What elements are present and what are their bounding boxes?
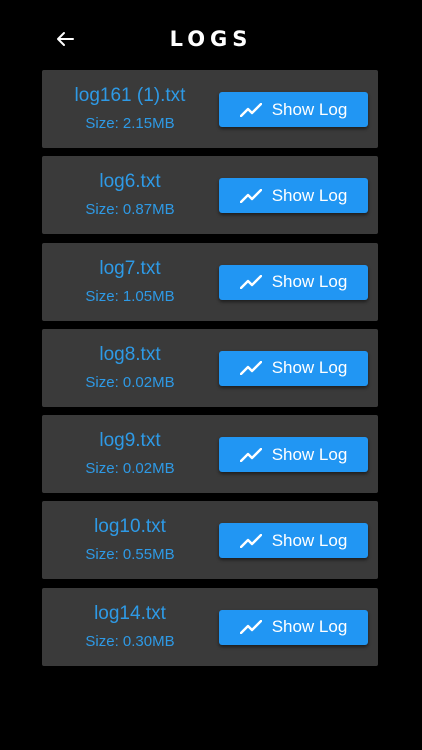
file-name: log6.txt [99,171,161,193]
file-name: log10.txt [94,516,166,538]
file-name: log9.txt [99,430,161,452]
file-name: log8.txt [99,343,161,365]
file-info: log161 (1).txt Size: 2.15MB [42,70,218,148]
log-card: log14.txt Size: 0.30MB Show Log [42,587,378,666]
log-card: log6.txt Size: 0.87MB Show Log [42,156,378,235]
file-info: log9.txt Size: 0.02MB [42,415,218,493]
file-info: log8.txt Size: 0.02MB [42,329,218,407]
show-log-label: Show Log [271,617,348,637]
file-size: Size: 0.30MB [85,632,175,650]
show-log-button[interactable]: Show Log [219,437,368,473]
show-log-label: Show Log [271,444,348,464]
show-log-label: Show Log [271,272,348,292]
page-title: LOGS [169,27,253,51]
file-size: Size: 2.15MB [85,115,175,132]
app-header: LOGS [0,0,422,70]
file-size: Size: 0.55MB [85,546,175,564]
show-log-label: Show Log [271,530,348,550]
trending-up-icon [239,188,262,203]
file-info: log10.txt Size: 0.55MB [42,501,218,579]
file-info: log6.txt Size: 0.87MB [42,156,218,234]
trending-up-icon [239,361,262,376]
trending-up-icon [239,102,262,117]
file-size: Size: 1.05MB [85,287,175,305]
file-size: Size: 0.02MB [85,373,175,391]
file-size: Size: 0.87MB [85,201,175,219]
log-card: log7.txt Size: 1.05MB Show Log [42,242,378,321]
log-card: log8.txt Size: 0.02MB Show Log [42,328,378,407]
show-log-label: Show Log [271,358,348,378]
file-info: log7.txt Size: 1.05MB [42,243,218,321]
trending-up-icon [239,533,262,548]
show-log-button[interactable]: Show Log [219,523,368,559]
file-name: log14.txt [94,602,166,624]
log-card: log161 (1).txt Size: 2.15MB Show Log [42,70,378,148]
log-list: log161 (1).txt Size: 2.15MB Show Log log… [42,70,378,674]
show-log-button[interactable]: Show Log [219,264,368,300]
show-log-button[interactable]: Show Log [219,92,368,127]
file-size: Size: 0.02MB [85,460,175,478]
show-log-button[interactable]: Show Log [219,350,368,386]
log-card: log9.txt Size: 0.02MB Show Log [42,415,378,494]
show-log-button[interactable]: Show Log [219,178,368,214]
file-name: log7.txt [99,257,161,279]
show-log-label: Show Log [271,99,348,119]
trending-up-icon [239,620,262,635]
trending-up-icon [239,275,262,290]
file-info: log14.txt Size: 0.30MB [42,588,218,666]
file-name: log161 (1).txt [74,85,186,106]
show-log-button[interactable]: Show Log [219,609,368,645]
log-card: log10.txt Size: 0.55MB Show Log [42,501,378,580]
show-log-label: Show Log [271,185,348,205]
trending-up-icon [239,447,262,462]
